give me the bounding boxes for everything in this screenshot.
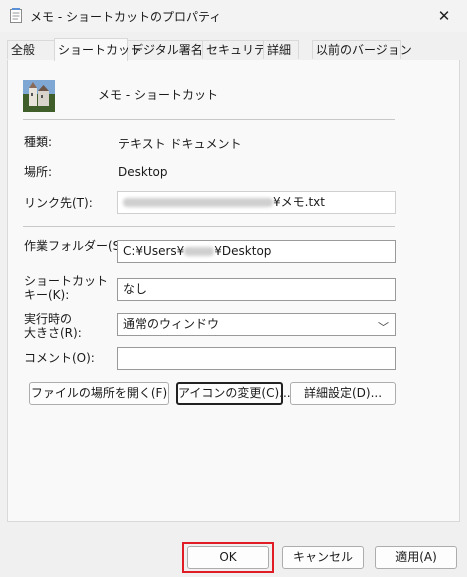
separator (23, 119, 395, 120)
apply-button[interactable]: 適用(A) (375, 546, 457, 569)
location-label: 場所: (24, 165, 53, 179)
redacted-path (123, 198, 273, 207)
cancel-button[interactable]: キャンセル (282, 546, 364, 569)
tab-general[interactable]: 全般 (7, 40, 55, 59)
advanced-button[interactable]: 詳細設定(D)... (290, 382, 396, 405)
run-select[interactable]: 通常のウィンドウ ﹀ (117, 313, 396, 336)
tab-details[interactable]: 詳細 (263, 40, 299, 59)
tab-strip: 全般 ショートカット デジタル署名 セキュリティ 詳細 以前のバージョン (7, 38, 460, 61)
window-title: メモ - ショートカットのプロパティ (30, 10, 222, 24)
separator (23, 226, 395, 227)
run-label: 実行時の 大きさ(R): (24, 312, 82, 340)
ok-highlight (182, 542, 274, 573)
shortcut-key-label: ショートカット キー(K): (24, 274, 109, 302)
comment-label: コメント(O): (24, 351, 95, 365)
tab-security[interactable]: セキュリティ (202, 40, 277, 59)
title-bar: メモ - ショートカットのプロパティ ✕ (0, 0, 467, 32)
run-select-value: 通常のウィンドウ (123, 317, 220, 331)
type-value: テキスト ドキュメント (118, 137, 242, 151)
start-in-label: 作業フォルダー(S): (24, 239, 130, 253)
location-value: Desktop (118, 165, 168, 179)
start-in-suffix: ¥Desktop (214, 244, 272, 258)
chevron-down-icon: ﹀ (378, 321, 389, 334)
close-icon: ✕ (437, 7, 451, 25)
target-label: リンク先(T): (24, 196, 93, 210)
target-suffix: ¥メモ.txt (273, 195, 325, 209)
shortcut-panel: メモ - ショートカット 種類: テキスト ドキュメント 場所: Desktop… (7, 60, 460, 522)
target-field[interactable]: ¥メモ.txt (117, 191, 396, 214)
open-file-location-button[interactable]: ファイルの場所を開く(F) (29, 382, 169, 405)
shortcut-key-field[interactable]: なし (117, 278, 396, 301)
tab-previous-versions[interactable]: 以前のバージョン (312, 40, 412, 59)
shortcut-name: メモ - ショートカット (98, 88, 218, 102)
shortcut-thumbnail-icon (23, 80, 55, 112)
close-button[interactable]: ✕ (421, 0, 467, 32)
tab-shortcut[interactable]: ショートカット (54, 38, 142, 61)
change-icon-button[interactable]: アイコンの変更(C)... (176, 382, 291, 405)
start-in-field[interactable]: C:¥Users¥ ¥Desktop (117, 240, 396, 263)
comment-field[interactable] (117, 347, 396, 370)
type-label: 種類: (24, 135, 53, 149)
notepad-icon (10, 8, 22, 23)
redacted-username (184, 247, 215, 256)
start-in-prefix: C:¥Users¥ (123, 244, 185, 258)
